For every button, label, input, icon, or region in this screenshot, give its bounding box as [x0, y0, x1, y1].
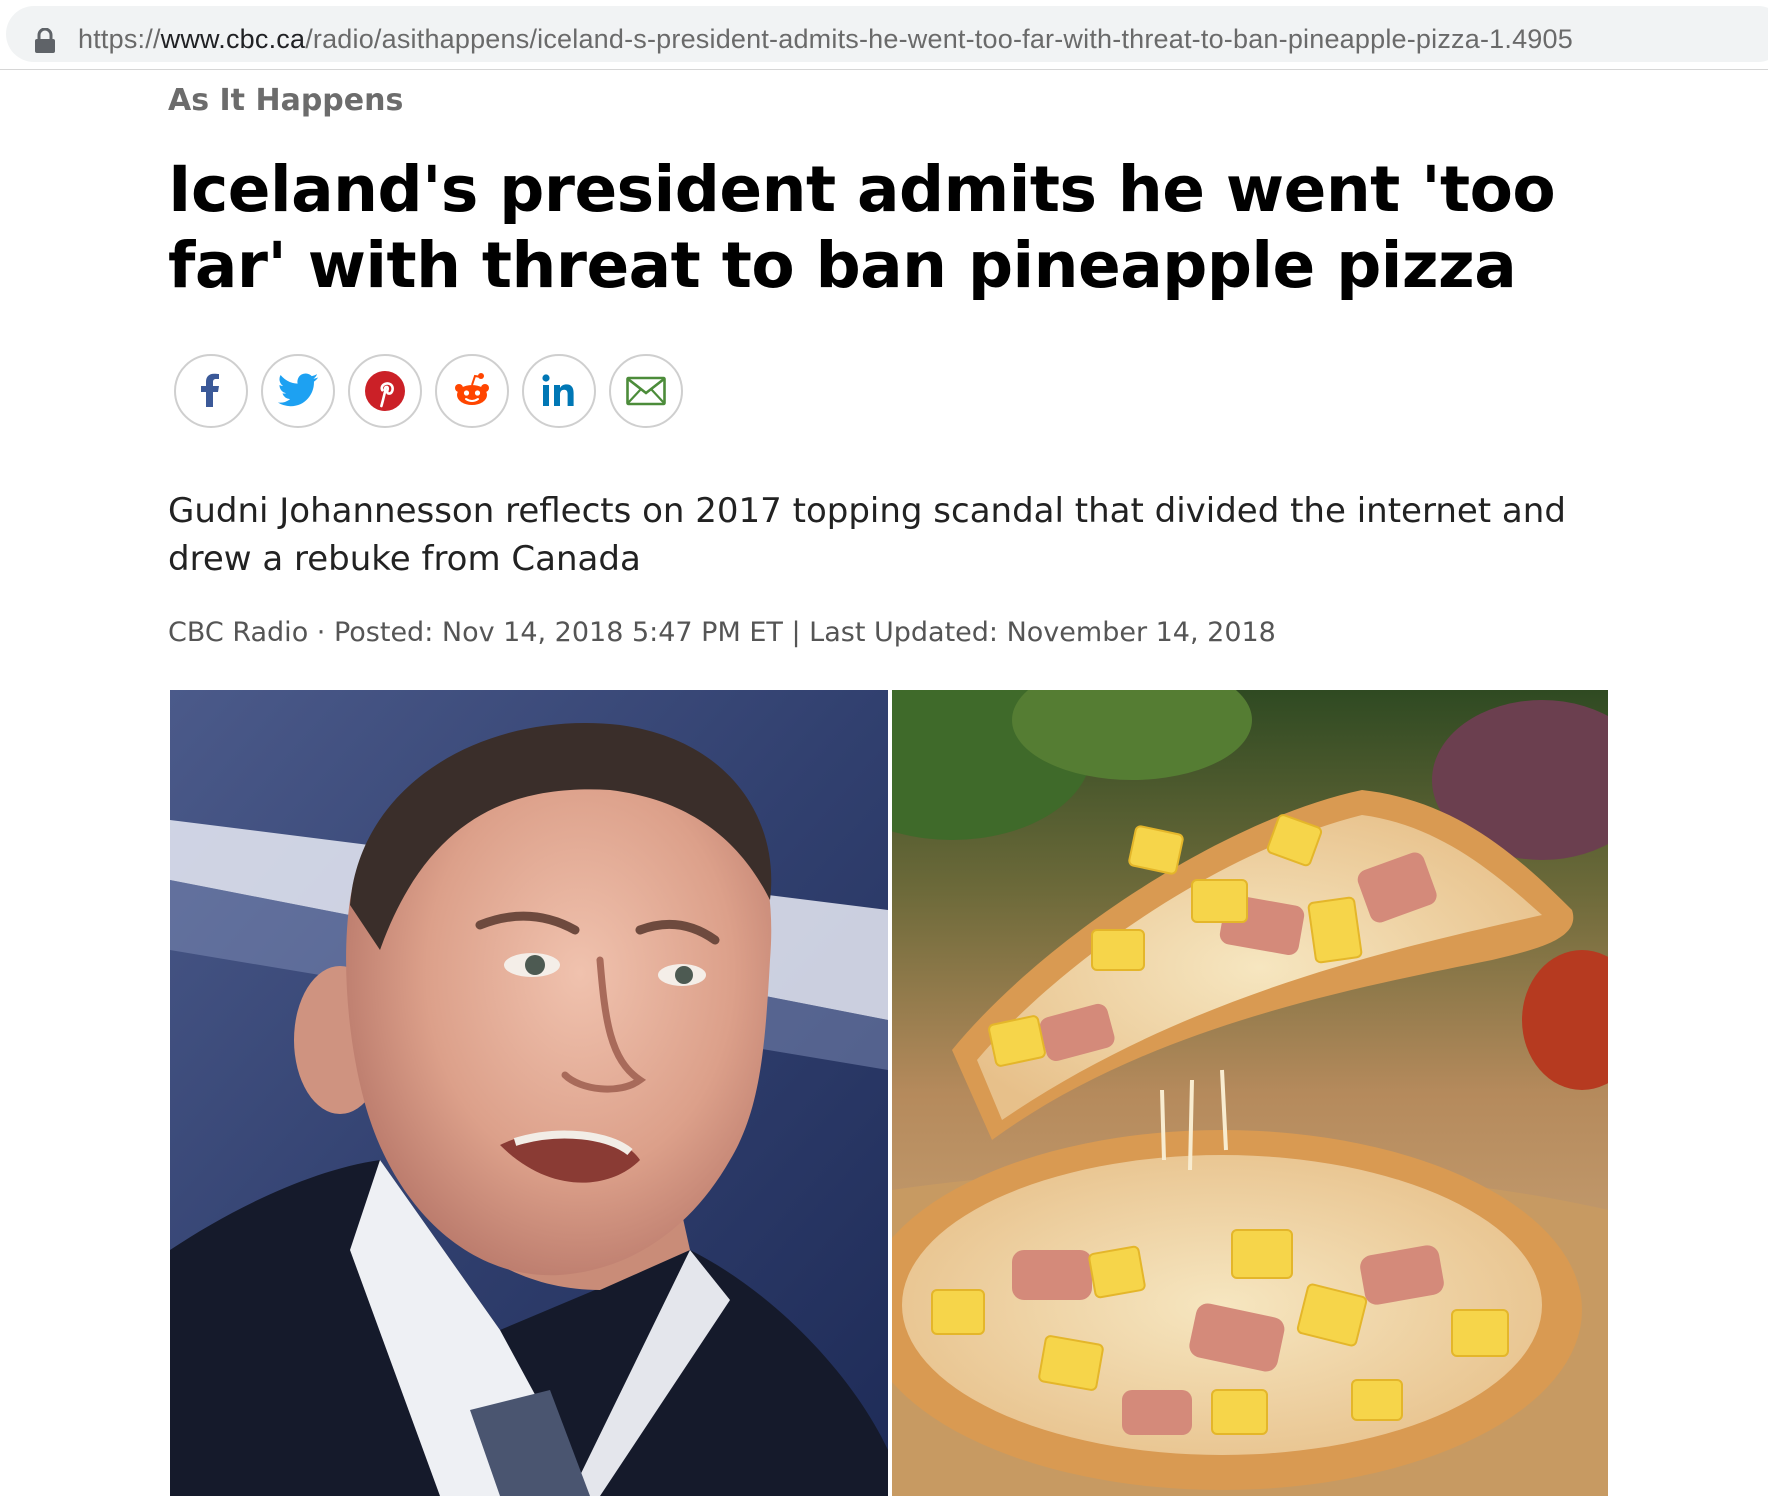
- share-email-button[interactable]: [609, 354, 683, 428]
- url-scheme: https://: [78, 24, 161, 54]
- pineapple-pizza-photo: [892, 690, 1608, 1496]
- article-byline: CBC Radio · Posted: Nov 14, 2018 5:47 PM…: [168, 617, 1276, 648]
- url-text[interactable]: https://www.cbc.ca/radio/asithappens/ice…: [78, 21, 1573, 57]
- share-bar: [174, 354, 683, 430]
- article-headline: Iceland's president admits he went 'too …: [168, 153, 1556, 302]
- pinterest-icon: [365, 371, 405, 411]
- share-reddit-button[interactable]: [435, 354, 509, 428]
- reddit-icon: [455, 373, 489, 405]
- email-icon: [626, 376, 666, 406]
- lock-icon: [35, 28, 55, 53]
- section-link[interactable]: As It Happens: [168, 80, 403, 122]
- browser-address-bar: https://www.cbc.ca/radio/asithappens/ice…: [0, 0, 1768, 70]
- facebook-icon: [201, 373, 219, 407]
- share-linkedin-button[interactable]: [522, 354, 596, 428]
- share-pinterest-button[interactable]: [348, 354, 422, 428]
- url-host: www.cbc.ca: [160, 24, 306, 54]
- url-field[interactable]: https://www.cbc.ca/radio/asithappens/ice…: [6, 6, 1768, 62]
- url-path: /radio/asithappens/iceland-s-president-a…: [305, 24, 1573, 54]
- linkedin-icon: [542, 374, 574, 406]
- twitter-icon: [277, 373, 319, 407]
- hero-image: [170, 690, 1608, 1496]
- article-deck: Gudni Johannesson reflects on 2017 toppi…: [168, 491, 1566, 579]
- president-photo: [170, 690, 888, 1496]
- share-twitter-button[interactable]: [261, 354, 335, 428]
- share-facebook-button[interactable]: [174, 354, 248, 428]
